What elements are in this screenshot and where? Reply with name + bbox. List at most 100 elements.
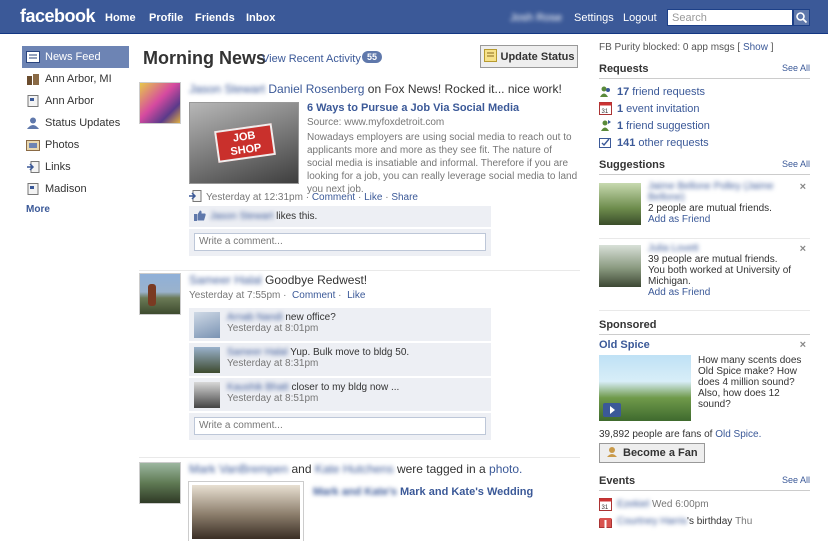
avatar[interactable]: [139, 462, 181, 504]
thumbs-up-icon: [194, 210, 206, 224]
lnav-label: Photos: [45, 139, 80, 151]
comment-box: Write a comment...: [189, 229, 491, 257]
comment-author[interactable]: Sameer Halal: [227, 347, 288, 358]
add-friend-link[interactable]: Add as Friend: [648, 287, 794, 298]
ad-unit: Old Spice × How many scents does Old Spi…: [599, 339, 810, 463]
facebook-logo[interactable]: facebook: [20, 6, 96, 27]
fb-purity-show-link[interactable]: Show: [743, 42, 768, 53]
user-name-link[interactable]: Josh Rose: [510, 12, 562, 24]
events-title: Events: [599, 475, 636, 487]
add-friend-link[interactable]: Add as Friend: [648, 214, 794, 225]
comment-input[interactable]: Write a comment...: [194, 417, 486, 435]
comment-input[interactable]: Write a comment...: [194, 233, 486, 251]
logout-link[interactable]: Logout: [623, 12, 657, 24]
update-status-label: Update Status: [500, 50, 575, 63]
view-recent-activity-link[interactable]: View Recent Activity: [262, 53, 361, 65]
event-name[interactable]: Ezekiel: [617, 499, 649, 510]
tagged-name-2[interactable]: Kate Hutchens: [315, 462, 394, 476]
job-shop-sign: JOB SHOP: [214, 123, 276, 163]
lnav-ann-arbor-mi[interactable]: Ann Arbor, MI: [22, 68, 129, 90]
become-fan-button[interactable]: Become a Fan: [599, 443, 705, 463]
comment-time: Yesterday at 8:51pm: [227, 393, 319, 404]
comment-avatar[interactable]: [194, 312, 220, 338]
tagged-name-1[interactable]: Mark VanBrempen: [189, 462, 288, 476]
lnav-madison[interactable]: Madison: [22, 178, 129, 200]
lnav-ann-arbor[interactable]: Ann Arbor: [22, 90, 129, 112]
birthday-name[interactable]: Courtney Harris: [617, 516, 687, 527]
comment-link[interactable]: Comment: [312, 192, 355, 203]
update-status-button[interactable]: Update Status: [480, 45, 578, 68]
avatar[interactable]: [139, 82, 181, 124]
close-icon[interactable]: ×: [800, 339, 806, 351]
lnav-links[interactable]: Links: [22, 156, 129, 178]
request-friend[interactable]: 17 friend requests: [599, 83, 810, 100]
lnav-photos[interactable]: Photos: [22, 134, 129, 156]
liker-name[interactable]: Jason Stewart: [210, 211, 273, 222]
requests-title: Requests: [599, 63, 649, 75]
photo-link[interactable]: photo.: [489, 462, 522, 476]
like-link[interactable]: Like: [347, 290, 365, 301]
search-input[interactable]: Search: [667, 9, 793, 26]
avatar[interactable]: [139, 273, 181, 315]
left-nav: News Feed Ann Arbor, MI Ann Arbor Status…: [22, 46, 129, 215]
story-text: Goodbye Redwest!: [265, 273, 368, 287]
story-actions: Yesterday at 7:55pm · Comment · Like: [189, 290, 366, 301]
comment-box: Write a comment...: [189, 413, 491, 441]
events-see-all[interactable]: See All: [782, 475, 810, 487]
play-icon[interactable]: [603, 403, 621, 417]
requests-list: 17 friend requests 31 1 event invitation 1…: [599, 83, 810, 151]
tagged-name[interactable]: Daniel Rosenberg: [268, 82, 364, 96]
link-title[interactable]: 6 Ways to Pursue a Job Via Social Media: [307, 102, 579, 114]
search-button[interactable]: [793, 9, 810, 26]
close-icon[interactable]: ×: [800, 243, 806, 255]
nav-friends[interactable]: Friends: [195, 12, 235, 24]
comment-avatar[interactable]: [194, 347, 220, 373]
nav-profile[interactable]: Profile: [149, 12, 183, 24]
request-other[interactable]: 141 other requests: [599, 134, 810, 151]
request-event[interactable]: 31 1 event invitation: [599, 100, 810, 117]
suggestion-item: Julia Lovett 39 people are mutual friend…: [599, 243, 810, 311]
link-thumbnail[interactable]: JOB SHOP: [189, 102, 299, 184]
author-name[interactable]: Sameer Halal: [189, 273, 262, 287]
nav-inbox[interactable]: Inbox: [246, 12, 275, 24]
fb-purity-text: FB Purity blocked: 0 app msgs [: [599, 42, 741, 53]
nav-home[interactable]: Home: [105, 12, 136, 24]
request-suggestion[interactable]: 1 friend suggestion: [599, 117, 810, 134]
suggestion-avatar[interactable]: [599, 245, 641, 287]
album-link[interactable]: Mark and Kate's Wedding: [400, 486, 533, 498]
story-time: Yesterday at 7:55pm: [189, 290, 281, 301]
tagged-photo[interactable]: [188, 481, 304, 541]
suggestions-header: Suggestions See All: [599, 159, 810, 175]
feed-story: Sameer Halal Goodbye Redwest! Yesterday …: [139, 270, 580, 455]
ad-image[interactable]: [599, 355, 691, 421]
comment-author[interactable]: Kaushik Bhatt: [227, 382, 289, 393]
close-icon[interactable]: ×: [800, 181, 806, 193]
lnav-label: Ann Arbor: [45, 95, 94, 107]
suggestion-name[interactable]: Julia Lovett: [648, 243, 794, 254]
link-icon: [189, 190, 202, 205]
suggestions-see-all[interactable]: See All: [782, 159, 810, 171]
ad-page-link[interactable]: Old Spice.: [715, 429, 761, 440]
comment-avatar[interactable]: [194, 382, 220, 408]
album-name-blurred: Mark and Kate's: [313, 486, 397, 498]
requests-see-all[interactable]: See All: [782, 63, 810, 75]
like-link[interactable]: Like: [364, 192, 382, 203]
lnav-status-updates[interactable]: Status Updates: [22, 112, 129, 134]
likes-text: likes this.: [276, 211, 318, 222]
suggestion-avatar[interactable]: [599, 183, 641, 225]
lnav-news-feed[interactable]: News Feed: [22, 46, 129, 68]
author-name[interactable]: Jason Stewart: [189, 82, 265, 96]
lnav-more-link[interactable]: More: [22, 204, 129, 215]
gift-icon: [599, 515, 612, 528]
ad-title[interactable]: Old Spice: [599, 339, 810, 351]
event-item[interactable]: Courtney Harris 's birthday Thu: [599, 513, 810, 530]
comment: Arnab Nandi new office? Yesterday at 8:0…: [189, 308, 491, 342]
share-link[interactable]: Share: [391, 192, 418, 203]
settings-link[interactable]: Settings: [574, 12, 614, 24]
event-item[interactable]: 31 Ezekiel Wed 6:00pm: [599, 496, 810, 513]
suggestion-name[interactable]: Jaime Bellone Polley (Jaime Bellone): [648, 181, 794, 203]
comment-author[interactable]: Arnab Nandi: [227, 312, 283, 323]
comment: Kaushik Bhatt closer to my bldg now ... …: [189, 378, 491, 412]
events-header: Events See All: [599, 475, 810, 491]
comment-link[interactable]: Comment: [292, 290, 335, 301]
